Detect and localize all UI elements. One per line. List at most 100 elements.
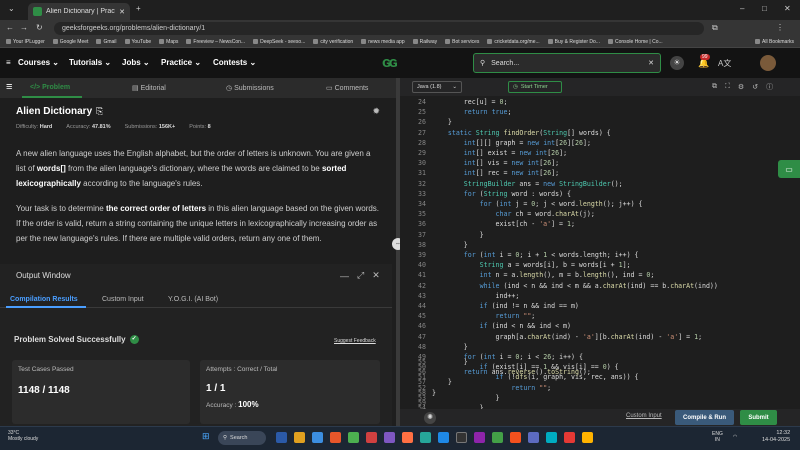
code-line: } bbox=[432, 393, 500, 402]
new-tab-icon[interactable]: + bbox=[136, 4, 141, 13]
file-explorer-icon[interactable] bbox=[294, 432, 305, 443]
active-output-tab-indicator bbox=[6, 306, 86, 308]
tab-submissions[interactable]: ◷ Submissions bbox=[226, 84, 274, 92]
custom-input-link[interactable]: Custom Input bbox=[626, 413, 662, 419]
theme-toggle-icon[interactable]: ☀ bbox=[670, 56, 684, 70]
weather-widget[interactable]: 33°C Mostly cloudy bbox=[8, 430, 38, 442]
firefox-icon[interactable] bbox=[330, 432, 341, 443]
taskbar-search[interactable]: ⚲ Search bbox=[218, 431, 266, 445]
start-timer-button[interactable]: ◷ Start Timer bbox=[508, 81, 562, 93]
code-line: int n = a.length(), m = b.length(), ind … bbox=[479, 271, 655, 280]
nav-courses[interactable]: Courses ⌄ bbox=[18, 58, 59, 67]
windows-start-icon[interactable]: ⊞ bbox=[202, 431, 210, 442]
nav-jobs[interactable]: Jobs ⌄ bbox=[122, 58, 150, 67]
code-editor[interactable]: 24 rec[u] = 0; 25 return true; 26 } 27 s… bbox=[400, 96, 800, 409]
bookmark-item[interactable]: Console Home | Co... bbox=[608, 39, 663, 45]
line-number: 33 bbox=[418, 189, 426, 198]
menu-toggle-icon[interactable]: ≡ bbox=[6, 81, 12, 93]
submit-button[interactable]: Submit bbox=[740, 410, 777, 425]
bookmark-item[interactable]: Railway bbox=[413, 39, 438, 45]
bookmark-item[interactable]: news media app bbox=[361, 39, 404, 45]
nav-practice[interactable]: Practice ⌄ bbox=[161, 58, 201, 67]
clock[interactable]: 12:32 14-04-2025 bbox=[762, 430, 790, 444]
app-icon[interactable] bbox=[384, 432, 395, 443]
menu-icon[interactable]: ⋮ bbox=[776, 23, 784, 32]
bookmark-item[interactable]: Google Meet bbox=[53, 39, 89, 45]
task-view-icon[interactable] bbox=[276, 432, 287, 443]
all-bookmarks[interactable]: All Bookmarks bbox=[755, 39, 794, 45]
reload-icon[interactable]: ↻ bbox=[36, 23, 43, 32]
tab-yogi-bot[interactable]: Y.O.G.I. (AI Bot) bbox=[168, 296, 218, 303]
code-line: if (ind < n && ind < m) bbox=[479, 322, 571, 331]
minimize-output-icon[interactable]: — bbox=[340, 271, 349, 281]
search-box[interactable]: ⚲ Search... ✕ bbox=[473, 53, 661, 73]
tab-comments[interactable]: ▭ Comments bbox=[326, 84, 368, 92]
language-indicator[interactable]: ENG IN bbox=[712, 431, 723, 443]
copy-icon[interactable]: ⧉ bbox=[712, 83, 717, 91]
bookmark-item[interactable]: Your IPLugger bbox=[6, 39, 45, 45]
theme-icon[interactable]: ✺ bbox=[424, 412, 436, 424]
compile-run-button[interactable]: Compile & Run bbox=[675, 410, 734, 425]
bookmark-item[interactable]: Freeview – NewsCon... bbox=[186, 39, 245, 45]
info-icon[interactable]: ⓘ bbox=[766, 82, 773, 92]
extensions-icon[interactable]: ⧉ bbox=[712, 23, 718, 33]
code-line: exist[ch - 'a'] = 1; bbox=[432, 220, 575, 229]
hamburger-icon[interactable]: ≡ bbox=[6, 58, 11, 67]
app-icon[interactable] bbox=[582, 432, 593, 443]
suggest-feedback-link[interactable]: Suggest Feedback bbox=[334, 338, 376, 344]
edge-icon[interactable] bbox=[312, 432, 323, 443]
tab-compilation-results[interactable]: Compilation Results bbox=[10, 296, 78, 303]
settings-icon[interactable]: ⚙ bbox=[738, 83, 744, 91]
gfg-logo[interactable]: ɢɢ bbox=[382, 54, 398, 71]
app-icon[interactable] bbox=[420, 432, 431, 443]
bookmark-item[interactable]: YouTube bbox=[125, 39, 152, 45]
reset-icon[interactable]: ↺ bbox=[752, 83, 758, 91]
nav-contests[interactable]: Contests ⌄ bbox=[213, 58, 256, 67]
close-output-icon[interactable]: ✕ bbox=[372, 270, 380, 281]
tab-problem[interactable]: </> Problem bbox=[30, 84, 70, 91]
avatar[interactable] bbox=[760, 55, 776, 71]
url-field[interactable]: geeksforgeeks.org/problems/alien-diction… bbox=[54, 22, 704, 35]
language-select[interactable]: Java (1.8) ⌄ bbox=[412, 81, 462, 93]
app-icon[interactable] bbox=[528, 432, 539, 443]
bookmark-item[interactable]: Buy & Register Do... bbox=[548, 39, 600, 45]
maximize-icon[interactable]: □ bbox=[762, 4, 767, 13]
code-line: } bbox=[432, 342, 468, 351]
app-icon[interactable] bbox=[492, 432, 503, 443]
browser-tab[interactable]: Alien Dictionary | Practice | Gee... ✕ bbox=[28, 3, 130, 20]
app-icon[interactable] bbox=[474, 432, 485, 443]
bookmark-item[interactable]: Gmail bbox=[96, 39, 116, 45]
back-icon[interactable]: ← bbox=[6, 23, 14, 32]
translate-icon[interactable]: A文 bbox=[718, 58, 731, 69]
tab-editorial[interactable]: ▤ Editorial bbox=[132, 84, 166, 92]
bookmark-icon[interactable]: ⎘ bbox=[96, 106, 103, 117]
bookmark-item[interactable]: DeepSeek - seeso... bbox=[253, 39, 305, 45]
app-icon[interactable] bbox=[510, 432, 521, 443]
tab-search-icon[interactable]: ⌄ bbox=[8, 4, 15, 13]
tab-custom-input[interactable]: Custom Input bbox=[102, 296, 144, 303]
nav-tutorials[interactable]: Tutorials ⌄ bbox=[69, 58, 111, 67]
app-icon[interactable] bbox=[564, 432, 575, 443]
clear-search-icon[interactable]: ✕ bbox=[648, 59, 654, 67]
vscode-icon[interactable] bbox=[438, 432, 449, 443]
app-icon[interactable] bbox=[366, 432, 377, 443]
expand-output-icon[interactable]: ⤢ bbox=[357, 270, 364, 281]
minimize-icon[interactable]: – bbox=[740, 4, 744, 13]
chat-icon[interactable]: ▭ bbox=[778, 160, 800, 178]
problem-panel: Alien Dictionary ⎘ ✹ Difficulty: Hard Ac… bbox=[0, 98, 396, 260]
app-icon[interactable] bbox=[546, 432, 557, 443]
close-tab-icon[interactable]: ✕ bbox=[119, 8, 125, 16]
bookmark-item[interactable]: Maps bbox=[159, 39, 178, 45]
app-icon[interactable] bbox=[402, 432, 413, 443]
bookmark-item[interactable]: cricketdata.org/me... bbox=[487, 39, 539, 45]
fullscreen-icon[interactable]: ⛶ bbox=[725, 83, 730, 91]
bookmark-item[interactable]: Bot services bbox=[445, 39, 479, 45]
chrome-icon[interactable] bbox=[348, 432, 359, 443]
wifi-icon[interactable]: ◠ bbox=[733, 434, 737, 440]
bookmark-item[interactable]: city verification bbox=[313, 39, 353, 45]
code-line: return ""; bbox=[511, 383, 552, 392]
close-window-icon[interactable]: ✕ bbox=[784, 4, 791, 13]
report-bug-icon[interactable]: ✹ bbox=[372, 106, 380, 117]
terminal-icon[interactable] bbox=[456, 432, 467, 443]
forward-icon[interactable]: → bbox=[20, 23, 28, 32]
